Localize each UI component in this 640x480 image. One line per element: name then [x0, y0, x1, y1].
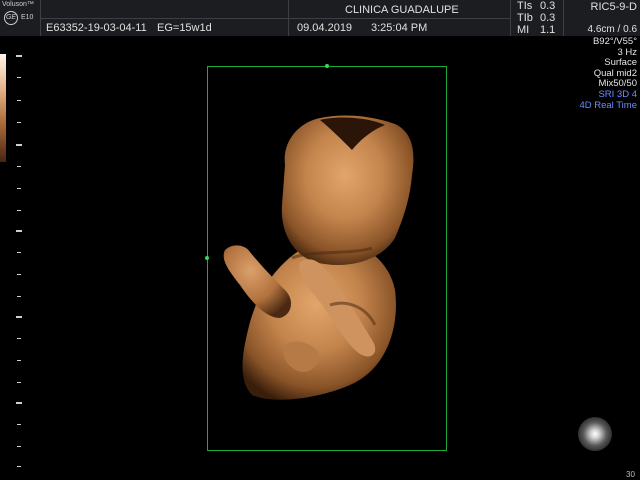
- corner-label: 30: [626, 470, 635, 479]
- roi-left-handle[interactable]: [205, 256, 209, 260]
- roi-top-handle[interactable]: [325, 64, 329, 68]
- render-roi-box[interactable]: [207, 66, 447, 451]
- light-source-icon[interactable]: [578, 417, 612, 451]
